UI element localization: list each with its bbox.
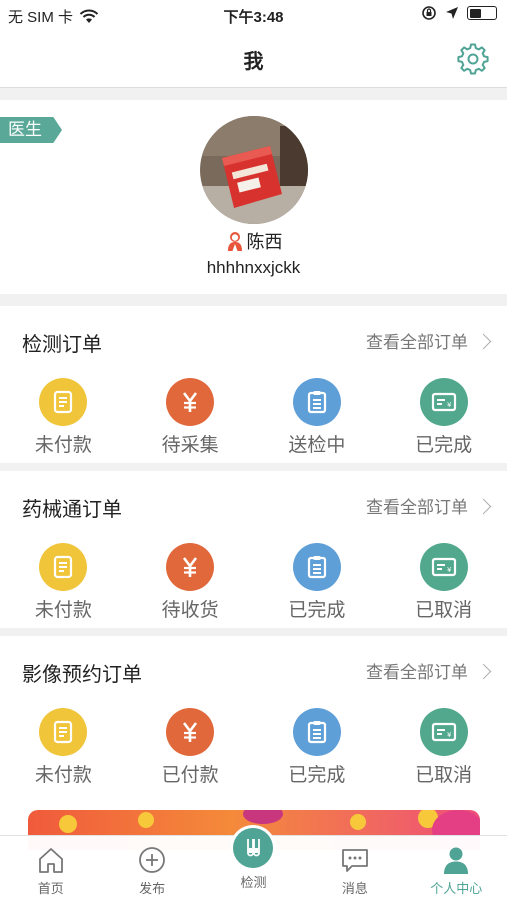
status-item-completed[interactable]: 已完成 [254,708,381,787]
status-label: 送检中 [288,435,346,456]
order-section-test: 检测订单 查看全部订单 未付款 待采集 送检中 ¥ 已完成 [0,306,507,463]
unpaid-icon [39,378,88,426]
clipboard-icon [292,543,341,591]
battery-icon [467,6,497,20]
status-item-paid[interactable]: 已付款 [127,708,254,787]
order-section-pharma: 药械通订单 查看全部订单 未付款 待收货 已完成 ¥ 已取消 [0,471,507,628]
profile-name: 陈西 [246,232,283,252]
view-all-orders-link[interactable]: 查看全部订单 [366,493,492,518]
role-tag: 医生 [0,117,62,143]
status-row: 未付款 待收货 已完成 ¥ 已取消 [0,543,507,622]
card-icon: ¥ [419,543,468,591]
status-item-cancelled[interactable]: ¥ 已取消 [380,708,507,787]
tab-label: 消息 [341,881,368,896]
status-item-unpaid[interactable]: 未付款 [0,378,127,457]
yen-icon [166,543,215,591]
doctor-avatar-icon [227,232,242,251]
unpaid-icon [39,543,88,591]
status-item-cancelled[interactable]: ¥ 已取消 [380,543,507,622]
status-label: 未付款 [34,765,92,786]
gear-icon [457,43,489,75]
card-icon: ¥ [419,708,468,756]
status-row: 未付款 已付款 已完成 ¥ 已取消 [0,708,507,787]
status-label: 未付款 [34,600,92,621]
status-label: 待收货 [161,600,219,621]
section-title: 影像预约订单 [22,664,142,686]
nav-bar: 我 [0,30,507,88]
chevron-right-icon [475,333,492,349]
status-item-awaiting-receipt[interactable]: 待收货 [127,543,254,622]
status-item-completed[interactable]: 已完成 [254,543,381,622]
plus-circle-icon [137,845,167,875]
status-label: 已取消 [415,765,473,786]
tab-publish[interactable]: 发布 [101,836,202,900]
test-tubes-icon [232,828,273,868]
status-label: 已取消 [415,600,473,621]
tab-label: 首页 [37,881,64,896]
card-icon: ¥ [419,378,468,426]
profile-account: hhhhnxxjckk [206,258,301,277]
status-label: 未付款 [34,435,92,456]
profile-name-row: 陈西 [0,228,507,254]
status-label: 已完成 [415,435,473,456]
status-item-unpaid[interactable]: 未付款 [0,708,127,787]
status-label: 已完成 [288,600,346,621]
status-label: 已付款 [161,765,219,786]
chevron-right-icon [475,498,492,514]
yen-icon [166,378,215,426]
view-all-orders-link[interactable]: 查看全部订单 [366,328,492,353]
clipboard-icon [292,708,341,756]
location-icon [446,7,458,19]
svg-text:¥: ¥ [447,566,452,574]
svg-text:¥: ¥ [447,401,452,409]
settings-button[interactable] [457,43,489,75]
status-item-in-progress[interactable]: 送检中 [254,378,381,457]
tab-messages[interactable]: 消息 [304,836,405,900]
view-all-label: 查看全部订单 [366,333,468,352]
avatar[interactable] [200,116,308,224]
tab-label: 检测 [240,875,267,890]
view-all-orders-link[interactable]: 查看全部订单 [366,658,492,683]
section-title: 检测订单 [22,334,102,356]
message-icon [340,845,370,875]
yen-icon [166,708,215,756]
section-title: 药械通订单 [22,499,122,521]
avatar-photo [200,116,308,224]
page-title: 我 [243,51,264,73]
tab-profile[interactable]: 个人中心 [406,836,507,900]
orientation-lock-icon [422,6,436,20]
unpaid-icon [39,708,88,756]
status-item-unpaid[interactable]: 未付款 [0,543,127,622]
order-section-imaging: 影像预约订单 查看全部订单 未付款 已付款 已完成 ¥ 已取消 [0,636,507,793]
status-item-pending[interactable]: 待采集 [127,378,254,457]
home-icon [36,845,66,875]
status-label: 待采集 [161,435,219,456]
tab-label: 个人中心 [430,881,483,896]
status-item-completed[interactable]: ¥ 已完成 [380,378,507,457]
status-label: 已完成 [288,765,346,786]
status-bar: 无 SIM 卡 下午3:48 [0,0,507,30]
svg-text:¥: ¥ [447,731,452,739]
tab-home[interactable]: 首页 [0,836,101,900]
clipboard-icon [292,378,341,426]
profile-card: 医生 陈西 hhhhnxxjckk [0,100,507,294]
view-all-label: 查看全部订单 [366,663,468,682]
view-all-label: 查看全部订单 [366,498,468,517]
status-right [421,5,497,21]
battery-level [469,8,481,18]
tab-test[interactable]: 检测 [203,828,304,900]
tab-label: 发布 [139,881,166,896]
chevron-right-icon [475,663,492,679]
person-icon [441,845,471,875]
tab-bar: 首页 发布 检测 消息 个人中心 [0,828,507,900]
status-row: 未付款 待采集 送检中 ¥ 已完成 [0,378,507,457]
